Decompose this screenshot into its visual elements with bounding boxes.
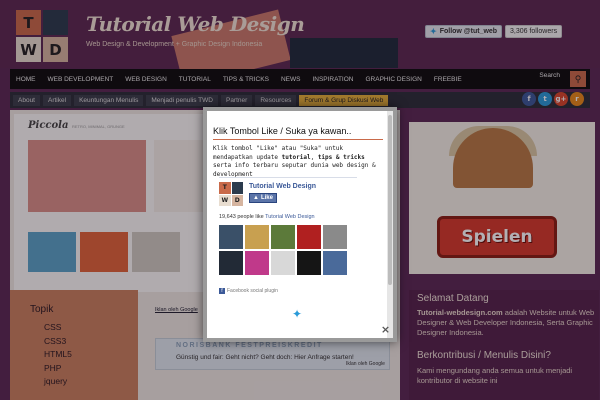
fb-count-prefix: 19,643 people like (219, 214, 264, 220)
fb-like-button[interactable]: ▲ Like (249, 193, 277, 203)
modal-title: Klik Tombol Like / Suka ya kawan.. (213, 126, 352, 136)
modal-body: Klik Tombol Like / Suka ya kawan.. Klik … (207, 111, 387, 338)
fb-count-name[interactable]: Tutorial Web Design (265, 214, 315, 220)
scrollbar-thumb[interactable] (388, 115, 392, 285)
fan-avatar[interactable] (245, 225, 269, 249)
fan-avatar[interactable] (219, 251, 243, 275)
fb-faces-grid (219, 225, 357, 275)
fb-like-count: 19,643 people like Tutorial Web Design (219, 214, 315, 220)
fan-avatar[interactable] (297, 251, 321, 275)
fan-avatar[interactable] (323, 225, 347, 249)
like-popup-modal: Klik Tombol Like / Suka ya kawan.. Klik … (203, 107, 397, 342)
facebook-like-box: T W D Tutorial Web Design ▲ Like 19,643 … (219, 177, 357, 295)
fan-avatar[interactable] (245, 251, 269, 275)
close-icon[interactable]: × (379, 323, 392, 336)
fan-avatar[interactable] (219, 225, 243, 249)
fb-like-label: Like (260, 195, 273, 201)
fan-avatar[interactable] (297, 225, 321, 249)
facebook-icon: f (219, 288, 225, 294)
fb-social-plugin[interactable]: f Facebook social plugin (219, 288, 278, 294)
logo-letter: D (231, 194, 243, 206)
fan-avatar[interactable] (271, 251, 295, 275)
logo-letter: W (219, 194, 231, 206)
fan-avatar[interactable] (271, 225, 295, 249)
logo-letter: T (219, 182, 231, 194)
fb-page-logo[interactable]: T W D (219, 182, 243, 206)
desc-mid: , (310, 153, 315, 161)
desc-suffix: serta info terbaru seputar dunia web des… (213, 162, 376, 178)
modal-description: Klik tombol "Like" atau "Suka" untuk men… (213, 145, 383, 179)
fb-page-name[interactable]: Tutorial Web Design (249, 183, 316, 190)
logo-letter (231, 182, 243, 194)
desc-link-tutorial[interactable]: tutorial (282, 154, 311, 161)
fan-avatar[interactable] (323, 251, 347, 275)
twitter-bird-icon: ✦ (292, 307, 303, 321)
page: T W D Tutorial Web Design Web Design & D… (0, 0, 600, 400)
thumbs-up-icon: ▲ (253, 195, 259, 201)
modal-scrollbar[interactable] (387, 111, 393, 338)
desc-link-tips[interactable]: tips & tricks (318, 154, 365, 161)
modal-divider (213, 139, 383, 140)
fb-plugin-label: Facebook social plugin (227, 288, 278, 294)
